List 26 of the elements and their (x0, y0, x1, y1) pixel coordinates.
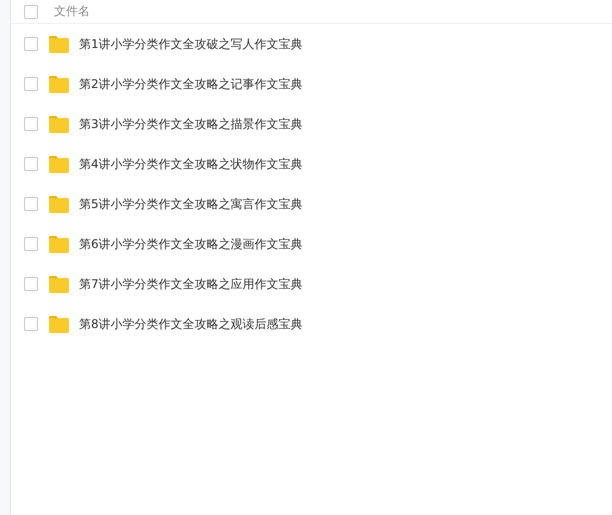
checkbox[interactable] (24, 277, 38, 291)
checkbox[interactable] (24, 77, 38, 91)
file-name[interactable]: 第2讲小学分类作文全攻略之记事作文宝典 (79, 76, 303, 92)
folder-icon (49, 36, 69, 52)
checkbox[interactable] (24, 237, 38, 251)
folder-icon (49, 236, 69, 252)
file-name[interactable]: 第8讲小学分类作文全攻略之观读后感宝典 (79, 316, 303, 332)
file-name[interactable]: 第3讲小学分类作文全攻略之描景作文宝典 (79, 116, 303, 132)
file-name[interactable]: 第5讲小学分类作文全攻略之寓言作文宝典 (79, 196, 303, 212)
folder-icon (49, 156, 69, 172)
checkbox[interactable] (24, 4, 38, 18)
folder-icon (49, 76, 69, 92)
folder-icon (49, 316, 69, 332)
checkbox[interactable] (24, 157, 38, 171)
file-name[interactable]: 第4讲小学分类作文全攻略之状物作文宝典 (79, 156, 303, 172)
checkbox[interactable] (24, 117, 38, 131)
folder-icon (49, 276, 69, 292)
checkbox[interactable] (24, 197, 38, 211)
file-name[interactable]: 第7讲小学分类作文全攻略之应用作文宝典 (79, 276, 303, 292)
folder-icon (49, 196, 69, 212)
checkbox[interactable] (24, 37, 38, 51)
file-name[interactable]: 第6讲小学分类作文全攻略之漫画作文宝典 (79, 236, 303, 252)
column-header: 文件名 (54, 3, 90, 20)
checkbox[interactable] (24, 317, 38, 331)
file-name[interactable]: 第1讲小学分类作文全攻破之写人作文宝典 (79, 36, 303, 52)
folder-icon (49, 116, 69, 132)
